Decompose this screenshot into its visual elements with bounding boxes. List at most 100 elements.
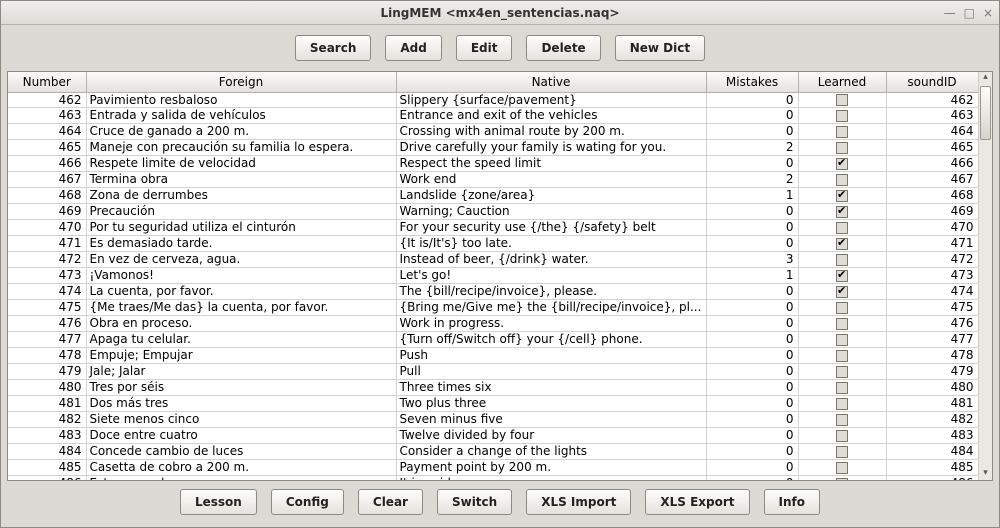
window-body: Search Add Edit Delete New Dict Number F… <box>1 25 999 527</box>
edit-button[interactable]: Edit <box>456 35 513 61</box>
lesson-button[interactable]: Lesson <box>180 489 257 515</box>
cell-number: 482 <box>8 411 86 427</box>
cell-native: Respect the speed limit <box>396 155 706 171</box>
cell-number: 478 <box>8 347 86 363</box>
cell-soundid: 485 <box>886 459 978 475</box>
cell-native: Twelve divided by four <box>396 427 706 443</box>
column-header-learned[interactable]: Learned <box>798 72 886 92</box>
table-row[interactable]: 462Pavimiento resbalosoSlippery {surface… <box>8 92 978 107</box>
scroll-up-arrow-icon[interactable]: ▴ <box>979 72 992 84</box>
table-row[interactable]: 470Por tu seguridad utiliza el cinturónF… <box>8 219 978 235</box>
table-row[interactable]: 484Concede cambio de lucesConsider a cha… <box>8 443 978 459</box>
column-header-native[interactable]: Native <box>396 72 706 92</box>
column-header-soundid[interactable]: soundID <box>886 72 978 92</box>
cell-mistakes: 0 <box>706 299 798 315</box>
cell-foreign: Dos más tres <box>86 395 396 411</box>
add-button[interactable]: Add <box>385 35 441 61</box>
config-button[interactable]: Config <box>271 489 344 515</box>
table-row[interactable]: 475{Me traes/Me das} la cuenta, por favo… <box>8 299 978 315</box>
cell-learned <box>798 267 886 283</box>
table-row[interactable]: 485Casetta de cobro a 200 m.Payment poin… <box>8 459 978 475</box>
cell-mistakes: 1 <box>706 267 798 283</box>
table-row[interactable]: 480Tres por séisThree times six0480 <box>8 379 978 395</box>
table-row[interactable]: 467Termina obraWork end2467 <box>8 171 978 187</box>
column-header-number[interactable]: Number <box>8 72 86 92</box>
table-row[interactable]: 474La cuenta, por favor.The {bill/recipe… <box>8 283 978 299</box>
learned-checkbox[interactable] <box>836 350 848 362</box>
scroll-down-arrow-icon[interactable]: ▾ <box>979 468 992 480</box>
xls-export-button[interactable]: XLS Export <box>645 489 749 515</box>
learned-checkbox[interactable] <box>836 142 848 154</box>
table-row[interactable]: 472En vez de cerveza, agua.Instead of be… <box>8 251 978 267</box>
cell-learned <box>798 299 886 315</box>
table-row[interactable]: 469PrecauciónWarning; Cauction0469 <box>8 203 978 219</box>
learned-checkbox[interactable] <box>836 126 848 138</box>
learned-checkbox[interactable] <box>836 462 848 474</box>
learned-checkbox[interactable] <box>836 414 848 426</box>
table-row[interactable]: 464Cruce de ganado a 200 m.Crossing with… <box>8 123 978 139</box>
learned-checkbox[interactable] <box>836 254 848 266</box>
learned-checkbox[interactable] <box>836 446 848 458</box>
vertical-scrollbar[interactable]: ▴ ▾ <box>978 72 992 480</box>
new-dict-button[interactable]: New Dict <box>615 35 705 61</box>
learned-checkbox[interactable] <box>836 382 848 394</box>
learned-checkbox[interactable] <box>836 302 848 314</box>
learned-checkbox[interactable] <box>836 158 848 170</box>
cell-learned <box>798 171 886 187</box>
table-row[interactable]: 473¡Vamonos!Let's go!1473 <box>8 267 978 283</box>
learned-checkbox[interactable] <box>836 238 848 250</box>
learned-checkbox[interactable] <box>836 286 848 298</box>
xls-import-button[interactable]: XLS Import <box>526 489 631 515</box>
cell-learned <box>798 92 886 107</box>
cell-native: {Bring me/Give me} the {bill/recipe/invo… <box>396 299 706 315</box>
learned-checkbox[interactable] <box>836 366 848 378</box>
learned-checkbox[interactable] <box>836 206 848 218</box>
cell-learned <box>798 155 886 171</box>
cell-soundid: 468 <box>886 187 978 203</box>
scrollbar-thumb[interactable] <box>980 86 991 140</box>
table-row[interactable]: 486Esta pagando.It is paid.0486 <box>8 475 978 480</box>
table-row[interactable]: 471Es demasiado tarde.{It is/It's} too l… <box>8 235 978 251</box>
cell-learned <box>798 363 886 379</box>
learned-checkbox[interactable] <box>836 398 848 410</box>
cell-foreign: Pavimiento resbaloso <box>86 92 396 107</box>
clear-button[interactable]: Clear <box>358 489 423 515</box>
table-row[interactable]: 477Apaga tu celular.{Turn off/Switch off… <box>8 331 978 347</box>
window-minimize-icon[interactable]: — <box>944 6 956 20</box>
learned-checkbox[interactable] <box>836 478 848 481</box>
table-row[interactable]: 482Siete menos cincoSeven minus five0482 <box>8 411 978 427</box>
learned-checkbox[interactable] <box>836 318 848 330</box>
learned-checkbox[interactable] <box>836 222 848 234</box>
table-row[interactable]: 479Jale; JalarPull0479 <box>8 363 978 379</box>
cell-learned <box>798 315 886 331</box>
info-button[interactable]: Info <box>764 489 820 515</box>
learned-checkbox[interactable] <box>836 94 848 106</box>
learned-checkbox[interactable] <box>836 110 848 122</box>
learned-checkbox[interactable] <box>836 270 848 282</box>
cell-soundid: 480 <box>886 379 978 395</box>
table-row[interactable]: 468Zona de derrumbesLandslide {zone/area… <box>8 187 978 203</box>
table-row[interactable]: 465Maneje con precaución su familia lo e… <box>8 139 978 155</box>
table-row[interactable]: 463Entrada y salida de vehículosEntrance… <box>8 107 978 123</box>
learned-checkbox[interactable] <box>836 430 848 442</box>
cell-soundid: 481 <box>886 395 978 411</box>
table-row[interactable]: 478Empuje; EmpujarPush0478 <box>8 347 978 363</box>
dictionary-table-scroll[interactable]: Number Foreign Native Mistakes Learned s… <box>8 72 978 480</box>
toolbar-top: Search Add Edit Delete New Dict <box>7 31 993 67</box>
column-header-foreign[interactable]: Foreign <box>86 72 396 92</box>
window-close-icon[interactable]: × <box>983 6 993 20</box>
table-row[interactable]: 466Respete limite de velocidadRespect th… <box>8 155 978 171</box>
learned-checkbox[interactable] <box>836 334 848 346</box>
table-row[interactable]: 476Obra en proceso.Work in progress.0476 <box>8 315 978 331</box>
search-button[interactable]: Search <box>295 35 371 61</box>
learned-checkbox[interactable] <box>836 190 848 202</box>
table-row[interactable]: 483Doce entre cuatroTwelve divided by fo… <box>8 427 978 443</box>
learned-checkbox[interactable] <box>836 174 848 186</box>
cell-native: Push <box>396 347 706 363</box>
cell-soundid: 472 <box>886 251 978 267</box>
switch-button[interactable]: Switch <box>437 489 512 515</box>
window-maximize-icon[interactable]: □ <box>964 6 975 20</box>
table-row[interactable]: 481Dos más tresTwo plus three0481 <box>8 395 978 411</box>
column-header-mistakes[interactable]: Mistakes <box>706 72 798 92</box>
delete-button[interactable]: Delete <box>526 35 600 61</box>
